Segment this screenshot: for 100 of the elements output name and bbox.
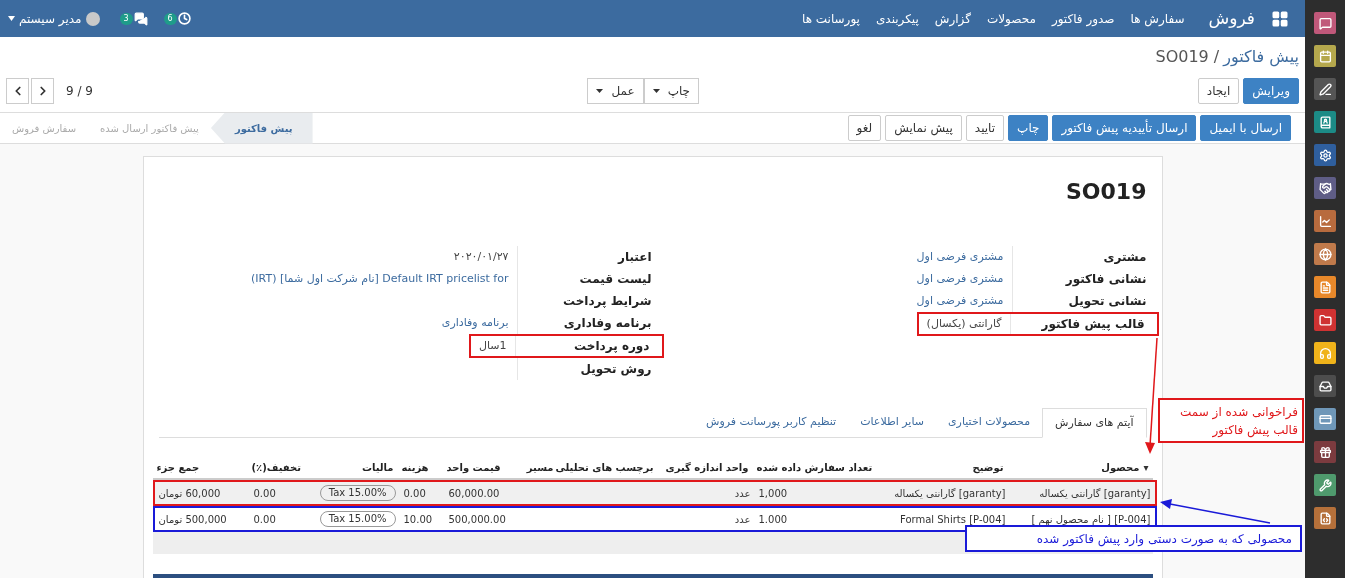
user-avatar	[85, 11, 100, 26]
folder-icon[interactable]	[1314, 309, 1336, 331]
column-header[interactable]: واحد اندازه گیری	[665, 459, 749, 475]
primary-button[interactable]: ارسال با ایمیل	[1200, 115, 1291, 141]
button[interactable]: لغو	[847, 115, 882, 141]
field-label: روش تحویل	[516, 358, 652, 380]
contact-book-icon[interactable]	[1314, 111, 1336, 133]
tab[interactable]: تنظیم کاربر پورسانت فروش	[694, 408, 849, 437]
apps-menu-icon[interactable]	[1271, 9, 1289, 28]
table-cell-text: 500,000.00	[448, 512, 506, 527]
field-label: لیست قیمت	[516, 268, 652, 290]
file-icon[interactable]	[1314, 507, 1336, 529]
activity-count: 6	[163, 12, 177, 25]
column-header[interactable]: تعداد سفارش داده شده	[756, 459, 873, 475]
credit-card-icon[interactable]	[1314, 408, 1336, 430]
breadcrumb-current: / SO019	[1155, 46, 1220, 68]
menu-item[interactable]: گزارش	[934, 9, 971, 28]
field-label: دوره پرداخت	[514, 336, 650, 356]
column-header[interactable]: قیمت واحد	[446, 459, 501, 475]
messages-icon[interactable]	[133, 11, 148, 26]
table-cell-text: [garanty] گارانتی یکساله	[894, 486, 1006, 501]
record-title: SO019	[1065, 178, 1148, 206]
column-header[interactable]: توضیح	[972, 459, 1004, 475]
primary-button[interactable]: ویرایش	[1243, 78, 1299, 104]
globe-icon[interactable]	[1314, 243, 1336, 265]
table-cell-text: 1,000	[758, 486, 788, 501]
caret-icon	[652, 89, 660, 93]
table-cell-text: 0.00	[253, 512, 276, 527]
chart-icon[interactable]	[1314, 210, 1336, 232]
field-label: برنامه وفاداری	[516, 312, 652, 334]
table-cell-text: [P-004] Formal Shirts	[900, 512, 1006, 527]
sort-marker: ▾	[1143, 460, 1149, 475]
pager-value: 9 / 9	[66, 83, 93, 100]
field-link[interactable]: Default IRT pricelist for [نام شرکت اول شما] (IRT)	[251, 270, 517, 288]
chat-icon[interactable]	[1314, 12, 1336, 34]
column-header[interactable]: برچسب های تحلیلی	[555, 459, 654, 475]
field-value: 1سال	[477, 337, 508, 354]
field-label: اعتبار	[516, 246, 652, 268]
field-label: مشتری	[1011, 246, 1147, 268]
field-label: شرایط پرداخت	[516, 290, 652, 312]
tray-icon[interactable]	[1314, 375, 1336, 397]
table-cell-text: 60,000 تومان	[158, 486, 221, 501]
column-header[interactable]: تخفیف(٪)	[251, 459, 301, 475]
annotation-callout: فراخوانی شده از سمت قالب پیش فاکتور	[1158, 398, 1304, 443]
previous-button[interactable]	[6, 78, 29, 104]
field-label: قالب پیش فاکتور	[1009, 314, 1145, 334]
calendar-icon[interactable]	[1314, 45, 1336, 67]
gear-icon[interactable]	[1314, 144, 1336, 166]
user-menu[interactable]: مدیر سیستم	[19, 9, 82, 28]
button[interactable]: پیش نمایش	[885, 115, 962, 141]
menu-item[interactable]: محصولات	[986, 9, 1036, 28]
table-cell-text: عدد	[734, 486, 751, 501]
button[interactable]: ایجاد	[1197, 78, 1240, 104]
table-cell-text: 1.000	[758, 512, 788, 527]
field-link[interactable]: مشتری فرضی اول	[916, 248, 1012, 266]
column-header[interactable]: جمع جزء	[156, 459, 200, 475]
next-button[interactable]	[31, 78, 54, 104]
caret-icon	[8, 16, 15, 21]
table-cell-text: عدد	[734, 512, 751, 527]
table-cell-text: 60,000.00	[448, 486, 500, 501]
annotation-callout: محصولی که به صورت دستی وارد پیش فاکتور شده	[965, 525, 1302, 552]
column-header[interactable]: مالیات	[361, 459, 394, 475]
column-header[interactable]: مسیر	[526, 459, 554, 475]
menu-item[interactable]: پیکربندی	[875, 9, 919, 28]
pen-icon[interactable]	[1314, 78, 1336, 100]
status-stage[interactable]: پیش فاکتور	[210, 112, 313, 144]
handshake-icon[interactable]	[1314, 177, 1336, 199]
column-header[interactable]: هزینه	[401, 459, 429, 475]
field-value: ۲۰۲۰/۰۱/۲۷	[453, 248, 510, 265]
primary-button[interactable]: چاپ	[1008, 115, 1049, 141]
gift-icon[interactable]	[1314, 441, 1336, 463]
menu-item[interactable]: سفارش ها	[1130, 9, 1185, 28]
field-link[interactable]: برنامه وفاداری	[441, 314, 517, 332]
field-value: گارانتی (یکسال)	[925, 315, 1003, 332]
field-link[interactable]: مشتری فرضی اول	[916, 270, 1012, 288]
messages-count: 3	[119, 12, 133, 25]
document-icon[interactable]	[1314, 276, 1336, 298]
table-cell-text: 10.00	[403, 512, 433, 527]
wrench-icon[interactable]	[1314, 474, 1336, 496]
breadcrumb-link[interactable]: پیش فاکتور	[1223, 45, 1299, 69]
activity-icon[interactable]	[177, 12, 191, 25]
primary-button[interactable]: ارسال تأییدیه پیش فاکتور	[1052, 115, 1197, 141]
tab[interactable]: آیتم های سفارش	[1042, 408, 1147, 438]
field-label: نشانی فاکتور	[1011, 268, 1147, 290]
field-link[interactable]: مشتری فرضی اول	[916, 292, 1012, 310]
tab[interactable]: سایر اطلاعات	[848, 408, 936, 437]
app-title: فروش	[1208, 6, 1255, 30]
dropdown-button[interactable]: چاپ	[643, 78, 699, 104]
button[interactable]: تایید	[965, 115, 1005, 141]
dropdown-button[interactable]: عمل	[587, 78, 644, 104]
field-label: نشانی تحویل	[1011, 290, 1147, 312]
column-header[interactable]: محصول	[1101, 459, 1140, 475]
caret-icon	[596, 89, 604, 93]
table-cell-text: [garanty] گارانتی یکساله	[1039, 486, 1151, 501]
menu-item[interactable]: صدور فاکتور	[1051, 9, 1115, 28]
table-cell-text: 0.00	[403, 486, 426, 501]
table-cell-text: 0.00	[253, 486, 276, 501]
table-cell-text: 500,000 تومان	[158, 512, 227, 527]
menu-item[interactable]: پورسانت ها	[802, 9, 860, 28]
tab[interactable]: محصولات اختیاری	[936, 408, 1043, 437]
